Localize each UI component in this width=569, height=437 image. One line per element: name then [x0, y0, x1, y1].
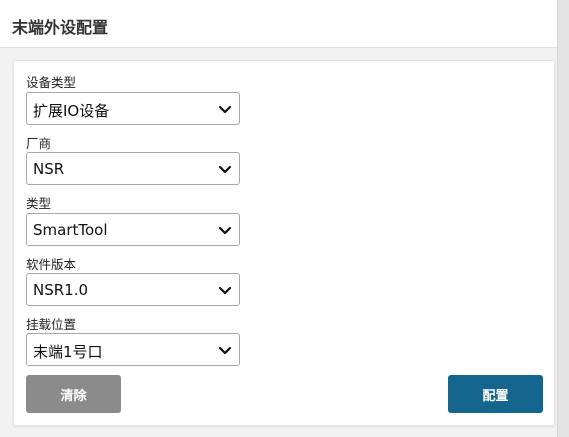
page-title: 末端外设配置	[12, 18, 109, 37]
software-version-label: 软件版本	[26, 257, 77, 272]
chevron-down-icon	[218, 105, 232, 114]
scrollbar[interactable]	[557, 0, 569, 437]
mount-position-label: 挂载位置	[26, 317, 77, 332]
manufacturer-label: 厂商	[26, 136, 52, 151]
type-select[interactable]: SmartTool	[26, 213, 240, 246]
software-version-select[interactable]: NSR1.0	[26, 273, 240, 306]
device-type-value: 扩展IO设备	[33, 102, 110, 120]
chevron-down-icon	[218, 226, 232, 235]
clear-button[interactable]: 清除	[26, 375, 121, 413]
device-type-label: 设备类型	[26, 75, 77, 90]
chevron-down-icon	[218, 165, 232, 174]
config-button[interactable]: 配置	[448, 375, 543, 413]
mount-position-select[interactable]: 末端1号口	[26, 333, 240, 366]
chevron-down-icon	[218, 286, 232, 295]
device-type-select[interactable]: 扩展IO设备	[26, 92, 240, 125]
manufacturer-select[interactable]: NSR	[26, 152, 240, 185]
software-version-value: NSR1.0	[33, 281, 89, 299]
manufacturer-value: NSR	[33, 160, 65, 178]
chevron-down-icon	[218, 346, 232, 355]
type-value: SmartTool	[33, 221, 108, 239]
mount-position-value: 末端1号口	[33, 343, 103, 361]
type-label: 类型	[26, 196, 52, 211]
page-header: 末端外设配置	[0, 0, 557, 48]
config-form-card: 设备类型 扩展IO设备 厂商 NSR 类型 SmartTool 软件版本 NSR…	[13, 60, 555, 426]
